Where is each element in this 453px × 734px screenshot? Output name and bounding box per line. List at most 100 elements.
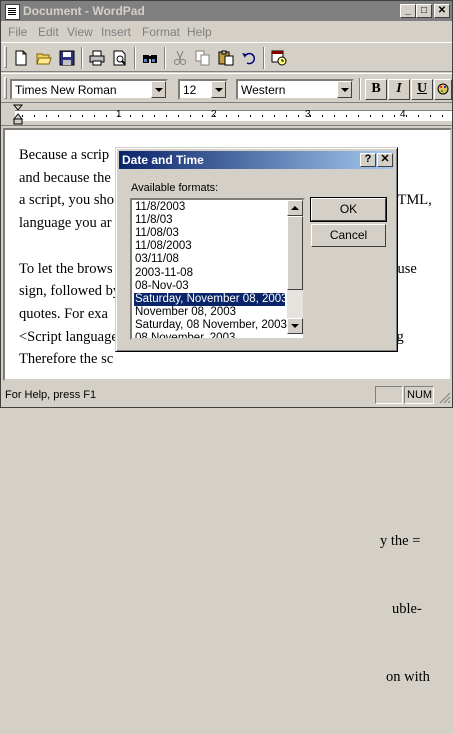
formats-listbox[interactable]: 11/8/2003 11/8/03 11/08/03 11/08/2003 03/11/… [130,198,305,340]
new-icon [15,50,27,66]
font-size-combo[interactable]: 12 [178,79,228,100]
ruler-tick [370,115,371,117]
standard-toolbar [1,42,452,72]
ruler-track: 1 2 3 4 [15,109,452,121]
format-option[interactable]: 11/08/2003 [134,240,285,253]
ok-label: OK [339,202,358,216]
dialog-title-bar[interactable]: Date and Time ? ✕ [119,151,394,169]
ruler[interactable]: 1 2 3 4 [1,104,452,126]
chevron-down-icon[interactable] [211,81,226,98]
close-button[interactable]: ✕ [434,4,450,18]
format-option[interactable]: 03/11/08 [134,253,285,266]
ruler-tick [34,115,35,117]
menu-insert[interactable]: Insert [101,25,131,39]
save-button[interactable] [56,47,79,69]
undo-icon [242,52,256,65]
indent-marker-icon[interactable] [13,104,25,126]
ok-button[interactable]: OK [310,197,387,222]
formatbar-grip[interactable] [4,77,7,99]
chevron-down-icon[interactable] [151,81,166,98]
format-option[interactable]: 11/08/03 [134,227,285,240]
format-option[interactable]: 11/8/2003 [134,201,285,214]
format-option[interactable]: 2003-11-08 [134,267,285,280]
status-bar: For Help, press F1 NUM [1,383,452,407]
minimize-button[interactable]: _ [400,4,416,18]
status-panel [375,386,403,404]
format-bar: Times New Roman 12 Western B I U [1,73,452,103]
ruler-tick [46,115,47,117]
format-option[interactable]: 11/8/03 [134,214,285,227]
cut-button[interactable] [169,47,192,69]
copy-button[interactable] [192,47,215,69]
italic-button[interactable]: I [388,79,410,100]
menu-format[interactable]: Format [142,25,180,39]
dialog-close-button[interactable]: ✕ [377,153,393,167]
menu-file[interactable]: File [8,25,27,39]
ruler-tick [214,115,215,117]
toolbar-separator [164,47,166,69]
cancel-label: Cancel [329,228,368,242]
toolbar-separator [81,47,83,69]
format-option[interactable]: November 08, 2003 [134,306,285,319]
color-icon [437,83,449,95]
formatbar-separator [359,78,361,100]
format-option[interactable]: Saturday, 08 November, 2003 [134,319,287,332]
wordpad-document-icon [5,4,20,20]
format-option[interactable]: 08-Nov-03 [134,280,285,293]
menu-view[interactable]: View [67,25,93,39]
chevron-down-icon[interactable] [337,81,352,98]
title-bar[interactable]: Document - WordPad _ □ ✕ [1,1,452,21]
font-name-combo[interactable]: Times New Roman [10,79,168,100]
underline-button[interactable]: U [411,79,433,100]
toolbar-separator [263,47,265,69]
open-button[interactable] [33,47,56,69]
ruler-tick [142,115,143,117]
script-value: Western [241,83,286,97]
ruler-tick [298,115,299,117]
font-name-value: Times New Roman [15,83,117,97]
ruler-tick [274,115,275,117]
scroll-down-button[interactable] [287,318,303,334]
format-option[interactable]: Saturday, November 08, 2003 [134,292,288,306]
vertical-scrollbar[interactable] [287,200,303,334]
italic-icon: I [396,81,402,96]
bold-icon: B [371,81,381,96]
scroll-thumb[interactable] [287,216,303,290]
help-button[interactable]: ? [360,153,376,167]
ruler-tick [70,115,71,117]
arrow-up-icon [291,206,299,210]
script-combo[interactable]: Western [236,79,354,100]
cancel-button[interactable]: Cancel [311,224,386,247]
ruler-tick [262,115,263,117]
bold-button[interactable]: B [365,79,387,100]
date-time-dialog: Date and Time ? ✕ Available formats: 11/… [115,147,398,352]
ruler-tick [418,115,419,117]
ruler-tick [430,115,431,117]
print-button[interactable] [86,47,109,69]
menu-edit[interactable]: Edit [38,25,59,39]
ruler-tick [346,115,347,117]
ruler-tick [226,115,227,117]
toolbar-grip[interactable] [4,46,7,68]
paste-button[interactable] [215,47,238,69]
date-time-button[interactable] [268,47,291,69]
format-option[interactable]: 08 November, 2003 [134,332,285,338]
scroll-up-button[interactable] [287,200,303,216]
text-fragment: y the = [380,532,421,549]
undo-button[interactable] [238,47,261,69]
ruler-number: 4 [400,109,406,120]
maximize-button[interactable]: □ [416,4,432,18]
ruler-tick [94,115,95,117]
color-button[interactable] [434,79,452,100]
menu-help[interactable]: Help [187,25,212,39]
new-button[interactable] [10,47,33,69]
ruler-tick [406,115,407,117]
ruler-tick [322,115,323,117]
print-preview-button[interactable] [109,47,132,69]
resize-grip-icon[interactable] [438,391,451,404]
ruler-tick [442,115,443,117]
find-button[interactable] [139,47,162,69]
menu-bar: File Edit View Insert Format Help [1,22,452,41]
ruler-tick [58,115,59,117]
font-size-value: 12 [183,83,197,97]
